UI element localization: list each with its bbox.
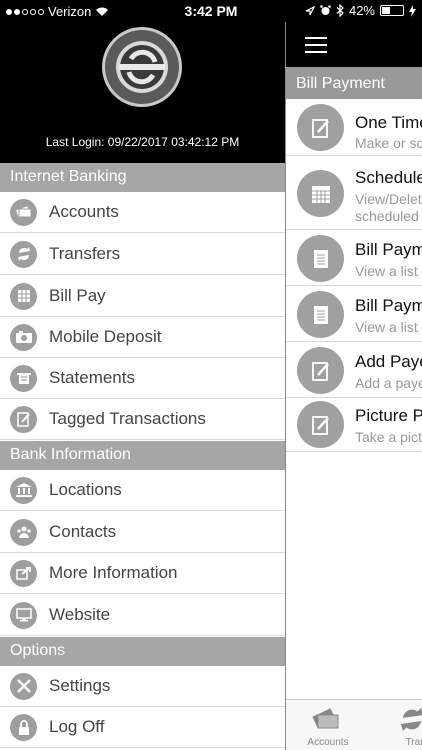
bill-payment-item-picture-pay[interactable]: Picture P Take a pict — [286, 399, 422, 452]
bill-payment-panel: Bill Payment One Time Make or sc Schedul… — [285, 0, 422, 750]
bill-payment-item-one-time[interactable]: One Time Make or sc — [286, 99, 422, 156]
camera-icon — [10, 323, 37, 351]
item-subtitle: Take a pict — [355, 429, 422, 445]
item-title: Picture P — [355, 406, 422, 425]
item-subtitle: Add a paye — [355, 375, 422, 391]
menu-item-mobile-deposit[interactable]: Mobile Deposit — [0, 317, 285, 358]
menu-item-label: Bill Pay — [49, 286, 106, 305]
side-menu: Last Login: 09/22/2017 03:42:12 PM Inter… — [0, 0, 285, 750]
tab-label: Accounts — [307, 737, 349, 748]
menu-item-statements[interactable]: Statements — [0, 358, 285, 399]
section-header-bank-information: Bank Information — [0, 441, 285, 470]
menu-item-label: Website — [49, 605, 111, 624]
battery-icon — [380, 5, 404, 16]
menu-item-locations[interactable]: Locations — [0, 470, 285, 511]
calendar-icon — [297, 170, 344, 217]
menu-item-label: Statements — [49, 368, 135, 387]
document-icon — [297, 235, 344, 282]
bill-payment-item-scheduled[interactable]: Schedule View/Delet scheduled — [286, 157, 422, 230]
contacts-icon — [10, 518, 37, 546]
last-login-text: Last Login: 09/22/2017 03:42:12 PM — [45, 135, 240, 149]
menu-item-settings[interactable]: Settings — [0, 666, 285, 707]
tab-transfers[interactable]: Transfer — [370, 700, 422, 750]
status-bar: Verizon 3:42 PM 42% — [0, 0, 422, 22]
item-subtitle-line2: scheduled — [355, 208, 419, 224]
menu-item-label: More Information — [49, 563, 178, 582]
menu-item-transfers[interactable]: Transfers — [0, 234, 285, 275]
document-icon — [297, 291, 344, 338]
menu-item-website[interactable]: Website — [0, 595, 285, 636]
item-subtitle: Make or sc — [355, 135, 422, 151]
accounts-icon — [10, 198, 37, 226]
tab-accounts[interactable]: Accounts — [286, 700, 356, 750]
menu-item-tagged-transactions[interactable]: Tagged Transactions — [0, 399, 285, 440]
bill-payment-item-history-1[interactable]: Bill Paym View a list — [286, 231, 422, 286]
menu-item-label: Contacts — [49, 522, 117, 541]
tab-label: Transfer — [405, 737, 422, 748]
menu-item-log-off[interactable]: Log Off — [0, 707, 285, 748]
bank-icon — [10, 476, 37, 504]
section-header-options: Options — [0, 637, 285, 666]
bluetooth-icon — [336, 4, 344, 17]
bill-pay-icon — [10, 282, 37, 310]
panel-title: Bill Payment — [286, 67, 422, 99]
tab-bar: Accounts Transfer — [286, 699, 422, 750]
menu-item-more-information[interactable]: More Information — [0, 553, 285, 594]
item-subtitle: View a list — [355, 263, 418, 279]
menu-item-label: Mobile Deposit — [49, 327, 162, 346]
item-subtitle: View/Delet — [355, 191, 422, 207]
lock-icon — [10, 713, 37, 741]
monitor-icon — [10, 601, 37, 629]
edit-doc-icon — [297, 347, 344, 394]
edit-doc-icon — [297, 401, 344, 448]
menu-item-label: Log Off — [49, 717, 105, 736]
item-title: Schedule — [355, 168, 422, 187]
statements-icon — [10, 364, 37, 392]
charging-icon — [409, 4, 416, 17]
menu-item-accounts[interactable]: Accounts — [0, 192, 285, 233]
item-subtitle: View a list — [355, 319, 418, 335]
location-icon — [305, 5, 315, 15]
menu-item-bill-pay[interactable]: Bill Pay — [0, 276, 285, 317]
bill-payment-item-history-2[interactable]: Bill Paym View a list — [286, 287, 422, 342]
menu-item-label: Accounts — [49, 202, 119, 221]
item-title: Bill Paym — [355, 296, 422, 315]
tag-icon — [10, 405, 37, 433]
battery-percent: 42% — [348, 3, 375, 18]
bill-payment-item-add-payee[interactable]: Add Paye Add a paye — [286, 343, 422, 398]
menu-item-contacts[interactable]: Contacts — [0, 512, 285, 553]
menu-item-label: Settings — [49, 676, 111, 695]
menu-item-label: Tagged Transactions — [49, 409, 206, 428]
transfers-icon — [401, 708, 422, 731]
alarm-icon — [320, 5, 331, 15]
bank-logo — [101, 26, 183, 108]
item-title: One Time — [355, 113, 422, 132]
menu-item-label: Transfers — [49, 244, 121, 263]
menu-header: Last Login: 09/22/2017 03:42:12 PM — [0, 0, 285, 163]
edit-doc-icon — [297, 104, 344, 151]
transfers-icon — [10, 240, 37, 268]
item-title: Add Paye — [355, 352, 422, 371]
wrench-icon — [10, 672, 37, 700]
accounts-icon — [312, 708, 339, 729]
item-title: Bill Paym — [355, 240, 422, 259]
share-icon — [10, 559, 37, 587]
hamburger-menu-icon[interactable] — [305, 37, 327, 53]
section-header-internet-banking: Internet Banking — [0, 163, 285, 192]
menu-item-label: Locations — [49, 480, 122, 499]
